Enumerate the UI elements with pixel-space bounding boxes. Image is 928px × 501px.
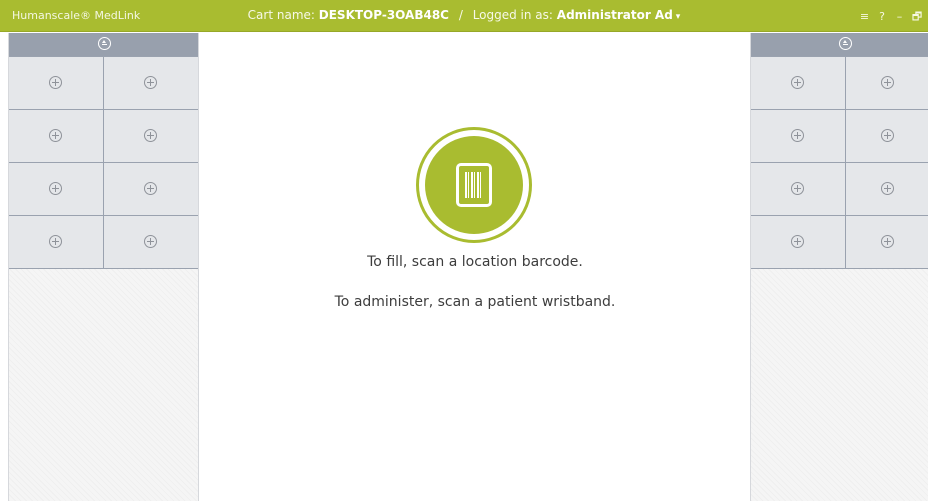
help-icon[interactable]: ? — [875, 10, 889, 23]
drawer-bin[interactable] — [104, 110, 198, 162]
barcode-icon — [456, 163, 492, 207]
add-icon — [144, 182, 157, 195]
drawer-bin[interactable] — [846, 57, 928, 109]
drawer-bin[interactable] — [104, 216, 198, 268]
right-drawer-empty-area — [751, 269, 928, 501]
left-drawer-empty-area — [9, 269, 198, 501]
add-icon — [791, 235, 804, 248]
barcode-scan-circle — [425, 136, 523, 234]
drawer-bin[interactable] — [846, 163, 928, 215]
logged-in-label: Logged in as: — [472, 8, 553, 22]
barcode-bars — [465, 172, 483, 198]
drawer-bin[interactable] — [104, 163, 198, 215]
add-icon — [791, 76, 804, 89]
drawer-bin[interactable] — [751, 216, 845, 268]
administer-instruction: To administer, scan a patient wristband. — [334, 294, 616, 310]
add-icon — [880, 182, 894, 195]
eject-icon[interactable] — [98, 37, 111, 50]
add-icon — [49, 182, 62, 195]
add-icon — [880, 76, 894, 89]
add-icon — [791, 182, 804, 195]
menu-icon[interactable]: ≡ — [858, 10, 872, 23]
cart-name-label: Cart name: — [247, 8, 315, 22]
chevron-down-icon: ▾ — [675, 12, 681, 22]
add-icon — [144, 235, 157, 248]
right-drawer — [750, 33, 928, 501]
drawer-bin[interactable] — [9, 110, 103, 162]
add-icon — [791, 129, 804, 142]
drawer-bin[interactable] — [9, 57, 103, 109]
restore-icon[interactable]: 🗗 — [910, 8, 924, 27]
drawer-bin[interactable] — [751, 110, 845, 162]
add-icon — [144, 76, 157, 89]
add-icon — [880, 235, 894, 248]
window-controls: ≡ ? – 🗗 — [858, 8, 925, 27]
add-icon — [144, 129, 157, 142]
add-icon — [49, 129, 62, 142]
drawer-bin[interactable] — [846, 216, 928, 268]
right-drawer-bins — [751, 56, 928, 269]
left-drawer-header — [9, 33, 198, 56]
drawer-bin[interactable] — [9, 163, 103, 215]
user-name: Administrator Ad — [556, 8, 673, 22]
drawer-bin[interactable] — [104, 57, 198, 109]
header-separator: / — [458, 8, 463, 22]
fill-instruction: To fill, scan a location barcode. — [367, 254, 583, 270]
add-icon — [880, 129, 894, 142]
left-drawer — [8, 33, 199, 501]
cart-name-value: DESKTOP-3OAB48C — [318, 8, 449, 22]
cart-info: Cart name: DESKTOP-3OAB48C / Logged in a… — [0, 8, 928, 22]
barcode-scan-icon — [416, 127, 532, 243]
eject-icon[interactable] — [839, 37, 852, 50]
drawer-bin[interactable] — [9, 216, 103, 268]
add-icon — [49, 235, 62, 248]
add-icon — [49, 76, 62, 89]
left-drawer-bins — [9, 56, 198, 269]
drawer-bin[interactable] — [751, 57, 845, 109]
user-menu[interactable]: Administrator Ad ▾ — [557, 8, 681, 22]
minimize-icon[interactable]: – — [893, 10, 907, 23]
right-drawer-header — [751, 33, 928, 56]
drawer-bin[interactable] — [751, 163, 845, 215]
title-bar: Humanscale® MedLink Cart name: DESKTOP-3… — [0, 0, 928, 32]
drawer-bin[interactable] — [846, 110, 928, 162]
